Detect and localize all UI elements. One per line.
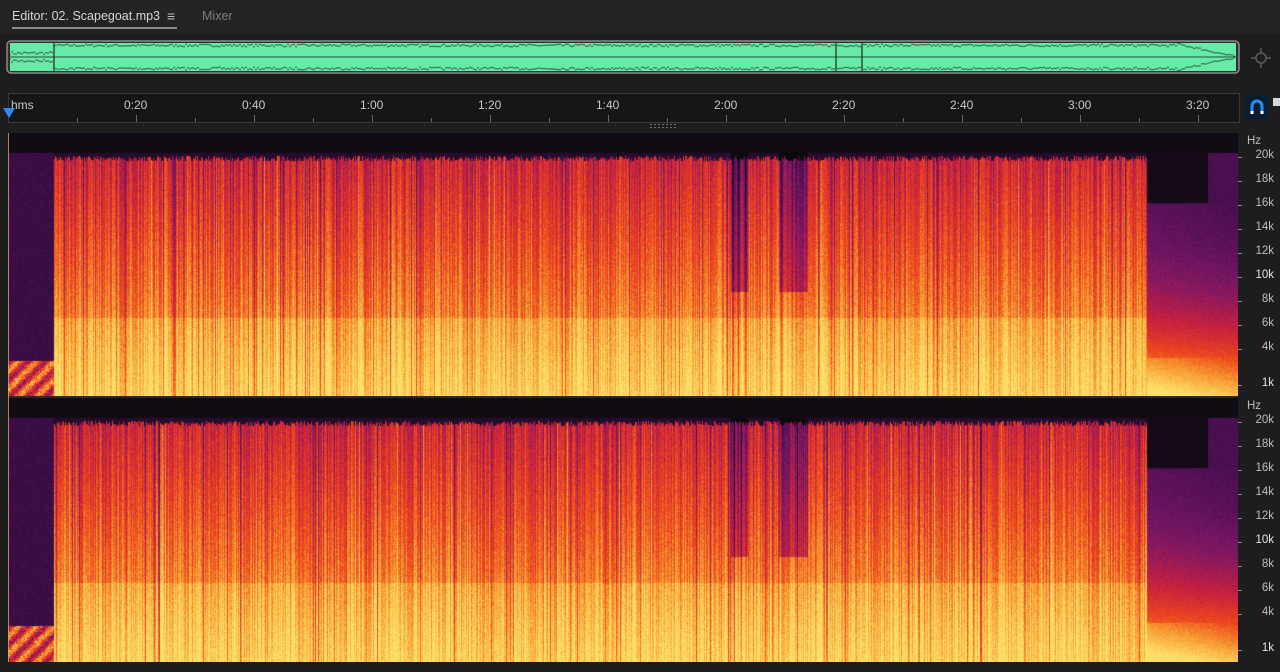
frequency-tick <box>1238 385 1242 386</box>
frequency-tick-label: 10k <box>1255 269 1274 281</box>
time-minor-tick <box>785 118 786 122</box>
time-minor-tick <box>195 118 196 122</box>
frequency-tick <box>1238 157 1242 158</box>
time-major-tick <box>1080 115 1081 122</box>
frequency-tick <box>1238 650 1242 651</box>
frequency-tick-label: 14k <box>1255 486 1274 498</box>
time-tick-label: 1:00 <box>360 98 384 112</box>
playhead-marker[interactable] <box>3 108 15 118</box>
frequency-tick-label: 12k <box>1255 245 1274 257</box>
frequency-axis-channel-2: Hz 20k 18k 16k 14k 12k 10k 8k 6k 4k 1k <box>1238 398 1280 662</box>
spectrogram-channel-2[interactable] <box>8 398 1238 662</box>
time-minor-tick <box>549 118 550 122</box>
time-major-tick <box>254 115 255 122</box>
frequency-tick-label: 1k <box>1261 377 1274 389</box>
time-minor-tick <box>77 118 78 122</box>
frequency-tick-label: 18k <box>1255 438 1274 450</box>
frequency-tick-label: 14k <box>1255 221 1274 233</box>
frequency-tick <box>1238 181 1242 182</box>
time-major-tick <box>372 115 373 122</box>
time-tick-label: 0:20 <box>124 98 148 112</box>
time-minor-tick <box>903 118 904 122</box>
time-minor-tick <box>667 118 668 122</box>
time-tick-label: 2:20 <box>832 98 856 112</box>
frequency-tick-label: 1k <box>1261 642 1274 654</box>
time-tick-label: 2:40 <box>950 98 974 112</box>
frequency-tick-label: 4k <box>1261 606 1274 618</box>
frequency-tick <box>1238 494 1242 495</box>
frequency-tick-label: 12k <box>1255 510 1274 522</box>
time-major-tick <box>490 115 491 122</box>
frequency-tick <box>1238 518 1242 519</box>
frequency-tick-label: 8k <box>1261 293 1274 305</box>
frequency-tick-label: 20k <box>1255 149 1274 161</box>
time-major-tick <box>962 115 963 122</box>
spectral-display-channel-1[interactable] <box>8 133 1238 397</box>
frequency-tick <box>1238 422 1242 423</box>
frequency-tick-label: 18k <box>1255 173 1274 185</box>
frequency-tick-label: 8k <box>1261 558 1274 570</box>
snap-magnet-button[interactable] <box>1245 95 1269 119</box>
active-tab-indicator <box>12 27 177 29</box>
frequency-tick-label: 20k <box>1255 414 1274 426</box>
frequency-tick-label: 6k <box>1261 582 1274 594</box>
frequency-tick <box>1238 590 1242 591</box>
time-minor-tick <box>431 118 432 122</box>
frequency-tick-label: 16k <box>1255 462 1274 474</box>
time-major-tick <box>844 115 845 122</box>
overview-waveform-navigator[interactable] <box>6 40 1240 74</box>
time-tick-label: 2:00 <box>714 98 738 112</box>
time-tick-label: 1:40 <box>596 98 620 112</box>
frequency-tick <box>1238 614 1242 615</box>
frequency-tick <box>1238 349 1242 350</box>
time-ruler[interactable]: hms 0:20 0:40 1:00 1:20 1:40 2:00 2:20 2:40 3:00… <box>8 93 1240 123</box>
time-tick-label: 1:20 <box>478 98 502 112</box>
frequency-tick-label: 16k <box>1255 197 1274 209</box>
spectrogram-channel-1[interactable] <box>8 133 1238 397</box>
time-major-tick <box>1198 115 1199 122</box>
snap-magnet-icon <box>1250 99 1264 114</box>
frequency-tick <box>1238 229 1242 230</box>
panel-menu-icon[interactable]: ≡ <box>167 8 175 24</box>
time-minor-tick <box>313 118 314 122</box>
frequency-tick-label: 6k <box>1261 317 1274 329</box>
tab-editor[interactable]: Editor: 02. Scapegoat.mp3 <box>12 9 160 23</box>
frequency-tick-label: 4k <box>1261 341 1274 353</box>
frequency-tick <box>1238 470 1242 471</box>
frequency-tick <box>1238 205 1242 206</box>
selection-start-line <box>8 133 9 662</box>
time-minor-tick <box>1139 118 1140 122</box>
frequency-tick <box>1238 566 1242 567</box>
frequency-tick <box>1238 253 1242 254</box>
frequency-axis-channel-1: Hz 20k 18k 16k 14k 12k 10k 8k 6k 4k 1k <box>1238 133 1280 397</box>
tab-mixer[interactable]: Mixer <box>202 9 233 23</box>
panel-tab-bar: Editor: 02. Scapegoat.mp3 ≡ Mixer <box>0 0 1280 34</box>
frequency-tick <box>1238 301 1242 302</box>
frequency-unit-label: Hz <box>1247 135 1262 147</box>
frequency-tick <box>1238 446 1242 447</box>
time-tick-label: 0:40 <box>242 98 266 112</box>
panel-divider-grip[interactable] <box>650 124 678 128</box>
frequency-unit-label: Hz <box>1247 400 1262 412</box>
time-tick-label: 3:00 <box>1068 98 1092 112</box>
time-major-tick <box>136 115 137 122</box>
time-minor-tick <box>1021 118 1022 122</box>
time-major-tick <box>608 115 609 122</box>
panel-edge-marker <box>1273 98 1280 106</box>
frequency-tick <box>1238 542 1242 543</box>
frequency-tick-label: 10k <box>1255 534 1274 546</box>
spectral-display-channel-2[interactable] <box>8 398 1238 662</box>
frequency-tick <box>1238 277 1242 278</box>
zoom-navigator-icon[interactable] <box>1249 46 1273 70</box>
time-tick-label: 3:20 <box>1186 98 1210 112</box>
time-major-tick <box>726 115 727 122</box>
frequency-tick <box>1238 325 1242 326</box>
